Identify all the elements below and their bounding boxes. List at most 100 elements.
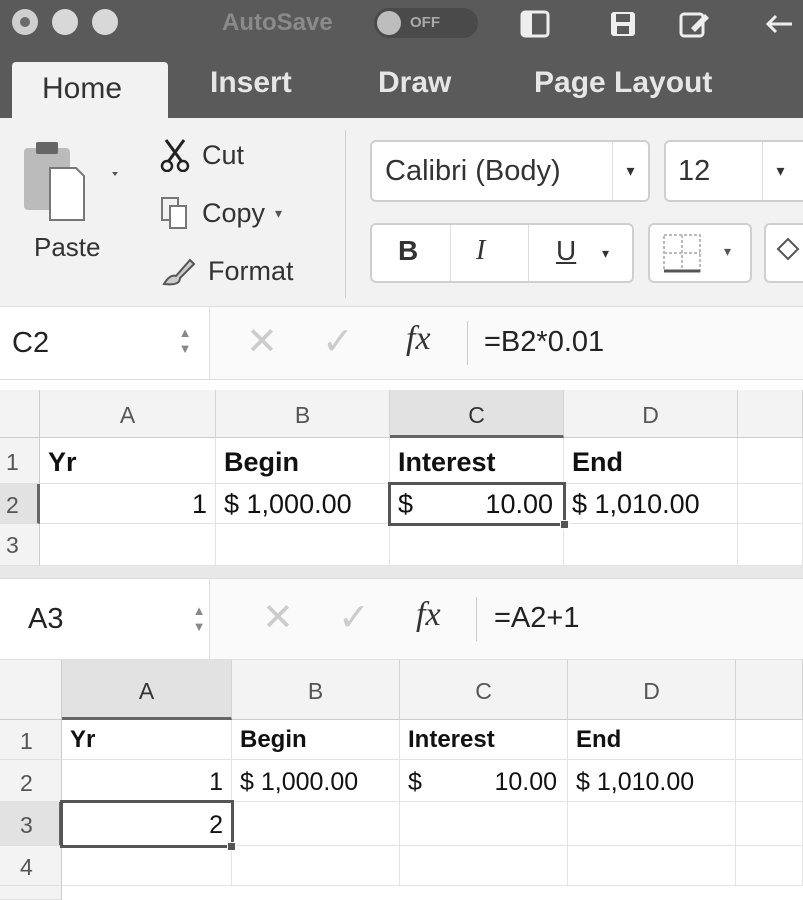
- row-header-1[interactable]: 1: [0, 438, 40, 484]
- autosave-toggle[interactable]: OFF: [374, 8, 478, 38]
- chevron-down-icon[interactable]: ▾: [602, 245, 609, 262]
- cell-e2[interactable]: [736, 760, 803, 802]
- insert-function-button[interactable]: fx: [406, 320, 431, 358]
- select-all-corner[interactable]: [0, 390, 40, 438]
- fill-color-button[interactable]: [764, 223, 803, 283]
- underline-button[interactable]: U: [556, 235, 576, 267]
- column-header-b[interactable]: B: [216, 390, 390, 438]
- text-format-group: B I U ▾: [370, 223, 634, 283]
- cell-d3[interactable]: [568, 802, 736, 846]
- cell-b2[interactable]: $ 1,000.00: [232, 760, 400, 802]
- formula-input[interactable]: =B2*0.01: [484, 326, 604, 359]
- insert-function-button[interactable]: fx: [416, 596, 441, 634]
- cell-e1[interactable]: [738, 438, 803, 484]
- cell-c3[interactable]: [400, 802, 568, 846]
- cell-d1[interactable]: End: [568, 720, 736, 760]
- cell-e3[interactable]: [736, 802, 803, 846]
- close-window-button[interactable]: [12, 9, 38, 35]
- cell-b4[interactable]: [232, 846, 400, 886]
- cell-e1[interactable]: [736, 720, 803, 760]
- column-header-a[interactable]: A: [40, 390, 216, 438]
- cell-d3[interactable]: [564, 524, 738, 566]
- fill-handle[interactable]: [560, 520, 569, 529]
- enter-check-icon[interactable]: ✓: [322, 319, 354, 364]
- column-header-a[interactable]: A: [62, 660, 232, 720]
- copy-button[interactable]: Copy ▾: [160, 196, 282, 230]
- column-header-c[interactable]: C: [390, 390, 564, 438]
- undo-icon[interactable]: [760, 8, 798, 40]
- cell-d4[interactable]: [568, 846, 736, 886]
- row-header-5[interactable]: [0, 886, 62, 900]
- zoom-window-button[interactable]: [92, 9, 118, 35]
- chevron-down-icon[interactable]: ▾: [724, 243, 731, 260]
- cell-e2[interactable]: [738, 484, 803, 524]
- tab-draw[interactable]: Draw: [378, 66, 451, 100]
- cell-b2[interactable]: $ 1,000.00: [216, 484, 390, 524]
- cell-a2[interactable]: 1: [62, 760, 232, 802]
- cancel-icon[interactable]: ✕: [246, 319, 278, 364]
- name-box[interactable]: C2 ▲ ▼: [0, 307, 210, 379]
- row-header-2[interactable]: 2: [0, 484, 40, 524]
- row-header-3[interactable]: 3: [0, 524, 40, 566]
- cell-a3[interactable]: [40, 524, 216, 566]
- font-name-select[interactable]: Calibri (Body) ▾: [370, 140, 650, 202]
- cell-d2[interactable]: $ 1,010.00: [564, 484, 738, 524]
- cell-d2[interactable]: $ 1,010.00: [568, 760, 736, 802]
- italic-button[interactable]: I: [476, 235, 485, 267]
- chevron-down-icon[interactable]: ▾: [762, 142, 798, 200]
- tab-home[interactable]: Home: [12, 62, 168, 120]
- paste-button[interactable]: [20, 138, 120, 233]
- cell-e3[interactable]: [738, 524, 803, 566]
- row-header-2[interactable]: 2: [0, 760, 62, 802]
- column-header-c[interactable]: C: [400, 660, 568, 720]
- name-box-value: C2: [12, 327, 50, 359]
- row-header-3[interactable]: 3: [0, 802, 62, 846]
- cell-d1[interactable]: End: [564, 438, 738, 484]
- cell-c1[interactable]: Interest: [400, 720, 568, 760]
- cell-b1[interactable]: Begin: [232, 720, 400, 760]
- column-header-d[interactable]: D: [564, 390, 738, 438]
- chevron-down-icon[interactable]: ▾: [275, 205, 282, 222]
- formula-input[interactable]: =A2+1: [494, 602, 579, 635]
- cell-a4[interactable]: [62, 846, 232, 886]
- cell-a1[interactable]: Yr: [40, 438, 216, 484]
- borders-button[interactable]: ▾: [648, 223, 752, 283]
- tab-insert[interactable]: Insert: [210, 66, 292, 100]
- edit-icon[interactable]: [676, 8, 714, 40]
- name-box[interactable]: A3 ▲ ▼: [0, 579, 210, 659]
- cell-b3[interactable]: [216, 524, 390, 566]
- font-size-select[interactable]: 12 ▾: [664, 140, 803, 202]
- chevron-down-icon[interactable]: ▾: [612, 142, 648, 200]
- cell-b1[interactable]: Begin: [216, 438, 390, 484]
- cell-a2[interactable]: 1: [40, 484, 216, 524]
- cell-a1[interactable]: Yr: [62, 720, 232, 760]
- cancel-icon[interactable]: ✕: [262, 595, 294, 640]
- cell-c1[interactable]: Interest: [390, 438, 564, 484]
- fill-handle[interactable]: [227, 842, 236, 851]
- column-header-e[interactable]: [738, 390, 803, 438]
- row-header-1[interactable]: 1: [0, 720, 62, 760]
- cell-c3[interactable]: [390, 524, 564, 566]
- save-icon[interactable]: [604, 8, 642, 40]
- column-header-d[interactable]: D: [568, 660, 736, 720]
- cell-e4[interactable]: [736, 846, 803, 886]
- cell-c2-value: 10.00: [494, 768, 557, 796]
- cell-b3[interactable]: [232, 802, 400, 846]
- enter-check-icon[interactable]: ✓: [338, 595, 370, 640]
- bold-button[interactable]: B: [398, 235, 418, 267]
- column-header-e[interactable]: [736, 660, 803, 720]
- select-all-corner[interactable]: [0, 660, 62, 720]
- formula-separator: [467, 321, 468, 365]
- name-box-stepper[interactable]: ▲ ▼: [190, 595, 208, 643]
- minimize-window-button[interactable]: [52, 9, 78, 35]
- tab-page-layout[interactable]: Page Layout: [534, 66, 712, 100]
- format-painter-button[interactable]: Format: [160, 254, 294, 288]
- column-header-b[interactable]: B: [232, 660, 400, 720]
- sidebar-toggle-icon[interactable]: [516, 8, 554, 40]
- row-header-4[interactable]: 4: [0, 846, 62, 886]
- clipboard-icon: [24, 142, 118, 221]
- cell-c2[interactable]: $ 10.00: [400, 760, 568, 802]
- name-box-stepper[interactable]: ▲ ▼: [176, 317, 194, 365]
- cut-button[interactable]: Cut: [160, 138, 244, 172]
- cell-c4[interactable]: [400, 846, 568, 886]
